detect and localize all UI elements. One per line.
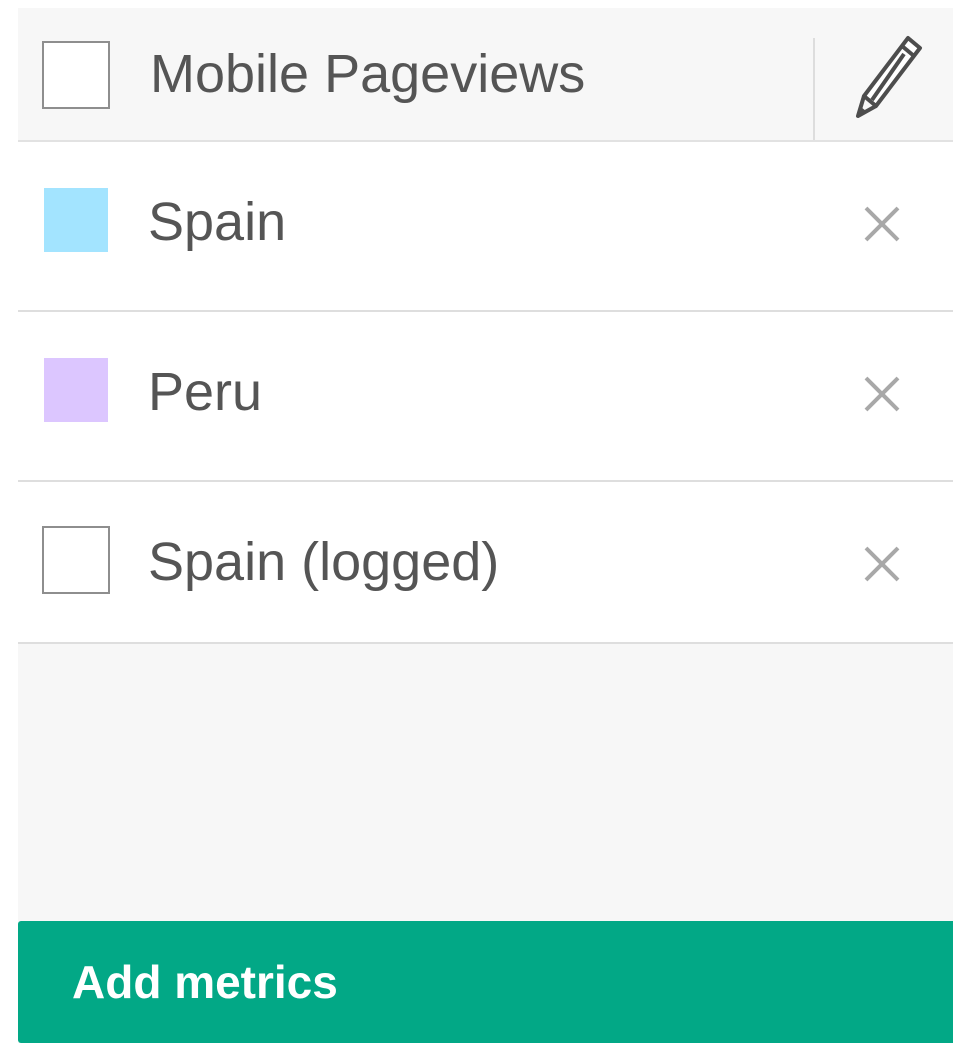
remove-metric-button[interactable] (860, 202, 904, 246)
close-icon (864, 546, 900, 582)
metric-label: Spain (logged) (148, 532, 500, 592)
close-icon (864, 206, 900, 242)
metric-group-title: Mobile Pageviews (150, 44, 586, 104)
pencil-icon (856, 36, 922, 118)
metric-row-spain-logged: Spain (logged) (18, 482, 953, 644)
metric-color-swatch[interactable] (44, 358, 108, 422)
add-metrics-button[interactable]: Add metrics (18, 921, 953, 1043)
metric-row-peru: Peru (18, 312, 953, 482)
metrics-list: Spain Peru Spain (logged) (18, 142, 953, 644)
header-divider (813, 38, 815, 140)
metric-color-swatch[interactable] (44, 188, 108, 252)
metrics-panel: Mobile Pageviews Spain Peru Spain (logge… (18, 8, 953, 1043)
metric-color-swatch[interactable] (42, 526, 110, 594)
metric-row-spain: Spain (18, 142, 953, 312)
metric-group-header: Mobile Pageviews (18, 8, 953, 142)
metric-label: Spain (148, 192, 287, 252)
add-metrics-label: Add metrics (72, 956, 338, 1008)
edit-button[interactable] (846, 30, 926, 122)
remove-metric-button[interactable] (860, 372, 904, 416)
close-icon (864, 376, 900, 412)
remove-metric-button[interactable] (860, 542, 904, 586)
metric-label: Peru (148, 362, 263, 422)
group-select-checkbox[interactable] (42, 41, 110, 109)
